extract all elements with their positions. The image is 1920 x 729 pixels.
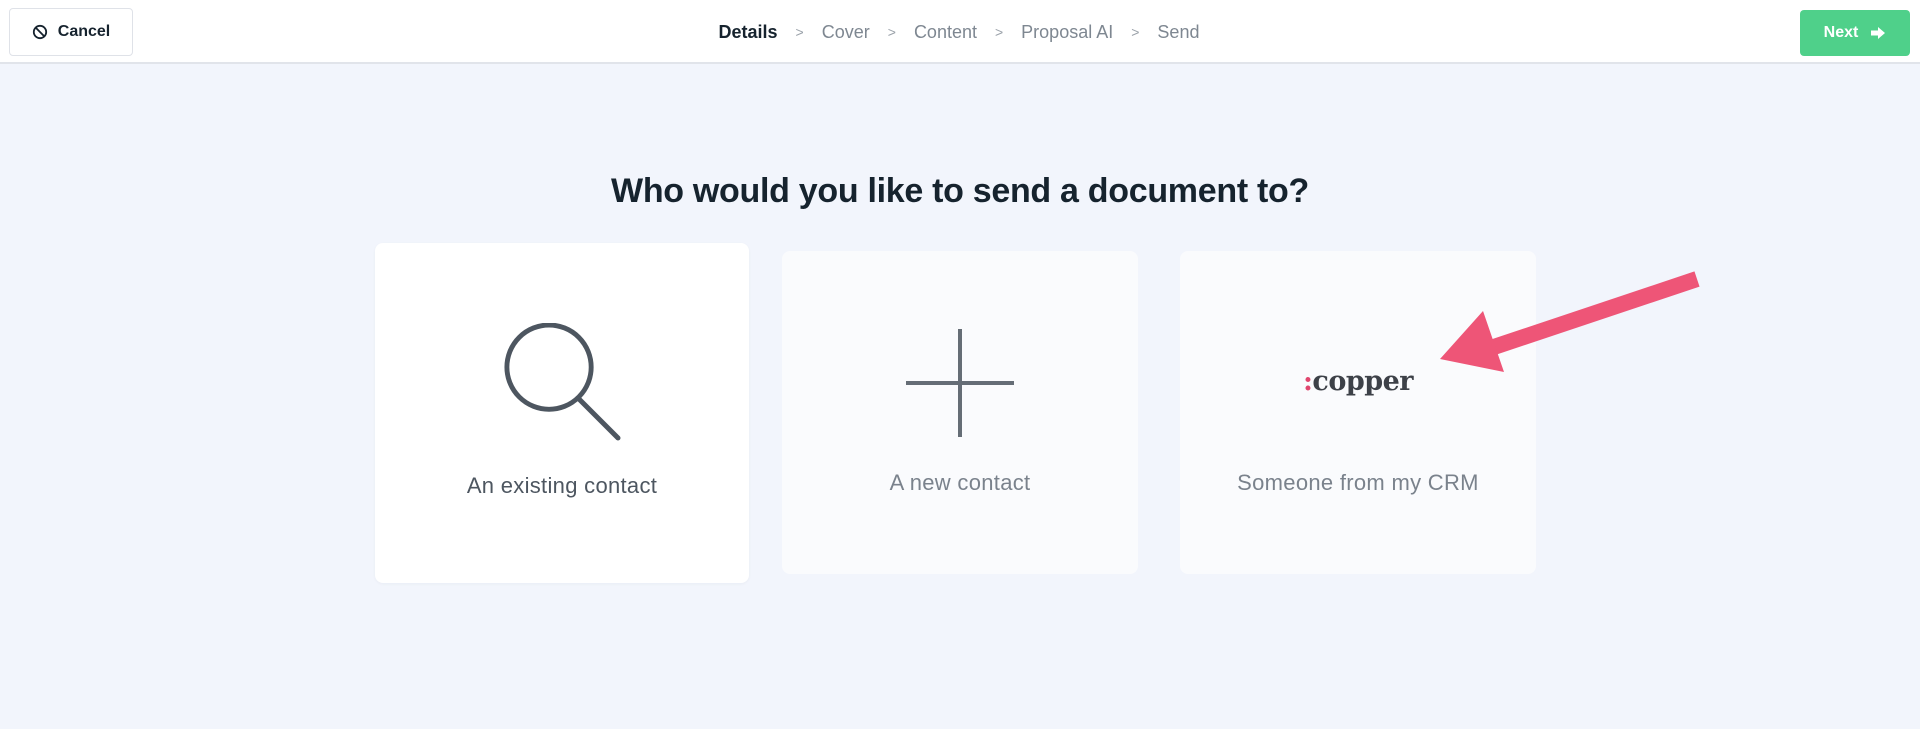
option-existing-contact[interactable]: An existing contact [375, 243, 749, 583]
step-separator: > [887, 24, 896, 40]
progress-steps: Details > Cover > Content > Proposal AI … [0, 0, 1920, 64]
option-label: An existing contact [466, 473, 658, 498]
next-button[interactable]: Next [1800, 10, 1910, 56]
step-separator: > [795, 24, 804, 40]
step-content[interactable]: Content [914, 22, 977, 43]
plus-icon [906, 329, 1014, 437]
step-proposal-ai[interactable]: Proposal AI [1021, 22, 1113, 43]
step-separator: > [994, 24, 1004, 40]
copper-logo-text: copper [1312, 366, 1414, 397]
option-crm-contact[interactable]: :copper Someone from my CRM [1180, 251, 1536, 574]
step-details[interactable]: Details [719, 22, 778, 43]
copper-logo: :copper [1180, 366, 1536, 397]
option-label: A new contact [889, 470, 1031, 495]
cancel-icon [32, 24, 47, 40]
search-icon [504, 323, 621, 441]
step-send[interactable]: Send [1157, 22, 1199, 43]
step-cover[interactable]: Cover [822, 22, 870, 43]
option-label: Someone from my CRM [1237, 470, 1479, 495]
cancel-label: Cancel [57, 23, 111, 40]
copper-logo-colon: : [1302, 366, 1313, 397]
top-bar: Cancel Details > Cover > Content > Propo… [0, 0, 1920, 64]
option-new-contact[interactable]: A new contact [782, 251, 1138, 574]
page-question: Who would you like to send a document to… [611, 172, 1309, 210]
next-label: Next [1823, 24, 1859, 41]
step-separator: > [1131, 24, 1140, 40]
arrow-right-icon [1871, 27, 1886, 39]
cancel-button[interactable]: Cancel [9, 8, 133, 56]
